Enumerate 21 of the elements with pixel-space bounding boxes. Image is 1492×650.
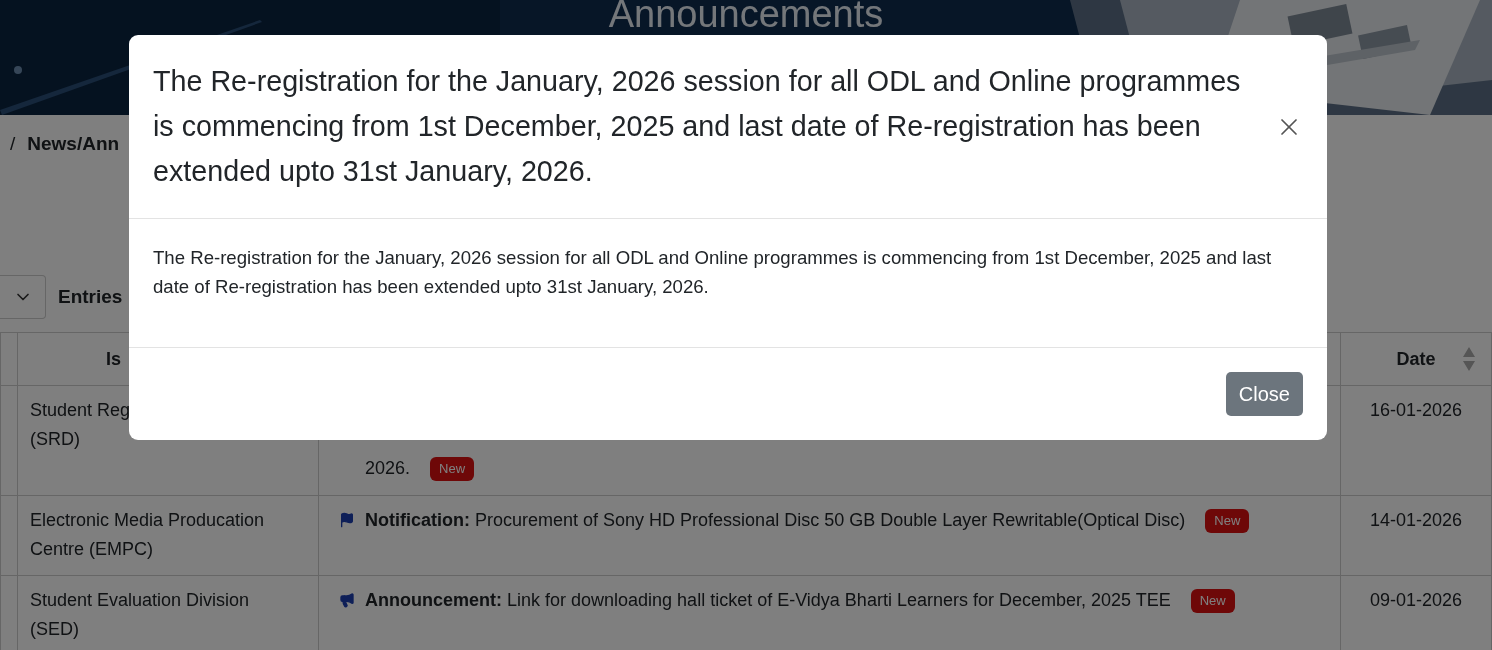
close-button[interactable]: Close [1225,372,1303,416]
date-cell: 14-01-2026 [1340,495,1492,576]
announcement-text[interactable]: Announcement: Link for downloading hall ticket of E-Vidya Bharti Learners for December, 2025 TEE [365,590,1171,610]
sort-icon[interactable] [1463,347,1475,371]
date-cell: 16-01-2026 [1340,385,1492,496]
new-badge: New [430,457,475,482]
table-cell: Electronic Media Producation Centre (EMPC) [17,495,319,576]
announcement-text[interactable]: Notification: Procurement of Sony HD Professional Disc 50 GB Double Layer Rewritable(Optical Disc) [365,510,1186,530]
breadcrumb-item: News/Ann [27,133,120,156]
new-badge: New [1190,589,1235,614]
modal-title: The Re-registration for the January, 2026 session for all ODL and Online programmes is commencing from 1st December, 2025 and last date of Re-registration has been extended upto 31st January, 2026. [153,64,1242,189]
flag-icon [339,512,355,528]
modal-body-text: The Re-registration for the January, 2026 session for all ODL and Online programmes is commencing from 1st December, 2025 and last date of Re-registration has been extended upto 31st January, 2026. [129,219,1327,348]
page-title: Announcements [607,0,885,35]
new-badge: New [1205,509,1250,534]
breadcrumb-separator: / [10,133,16,156]
announcement-text[interactable]: 2026. [365,458,411,478]
megaphone-icon [339,592,355,608]
entries-label: Entries [58,286,123,308]
entries-select[interactable] [0,275,46,319]
column-header[interactable]: Date [1340,332,1492,386]
